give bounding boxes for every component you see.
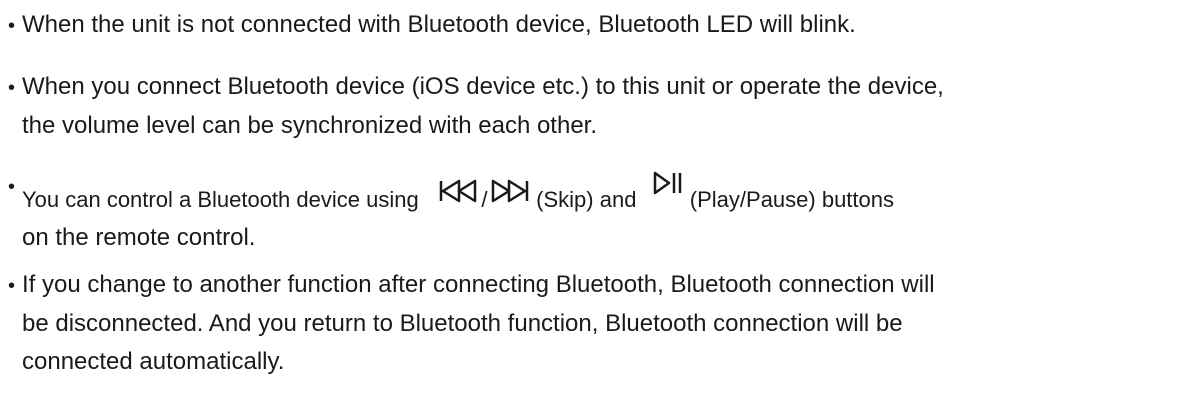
note-text: When you connect Bluetooth device (iOS d… xyxy=(22,73,944,100)
bullet: • xyxy=(8,275,16,297)
bluetooth-notes: • When the unit is not connected with Blu… xyxy=(0,0,1193,417)
bullet: • xyxy=(8,176,16,198)
note-text: You can control a Bluetooth device using xyxy=(22,187,419,212)
skip-forward-icon xyxy=(491,179,529,203)
note-text: be disconnected. And you return to Bluet… xyxy=(22,310,903,337)
note-item-function-change: • If you change to another function after… xyxy=(8,266,1188,381)
skip-back-icon xyxy=(439,179,477,203)
note-text: If you change to another function after … xyxy=(22,271,935,298)
note-text: connected automatically. xyxy=(22,348,285,375)
note-item-remote-control: • You can control a Bluetooth device usin… xyxy=(8,168,1188,257)
note-text: When the unit is not connected with Blue… xyxy=(22,11,856,38)
playpause-label: (Play/Pause) buttons xyxy=(689,187,895,212)
note-item-volume-sync: • When you connect Bluetooth device (iOS … xyxy=(8,68,1188,145)
note-text: the volume level can be synchronized wit… xyxy=(22,112,598,139)
skip-label: (Skip) and xyxy=(536,187,637,212)
slash: / xyxy=(481,187,488,212)
play-pause-icon xyxy=(653,171,683,195)
note-item-led-blink: • When the unit is not connected with Blu… xyxy=(8,6,1188,45)
note-text: on the remote control. xyxy=(22,224,256,251)
bullet: • xyxy=(8,77,16,99)
bullet: • xyxy=(8,15,16,37)
